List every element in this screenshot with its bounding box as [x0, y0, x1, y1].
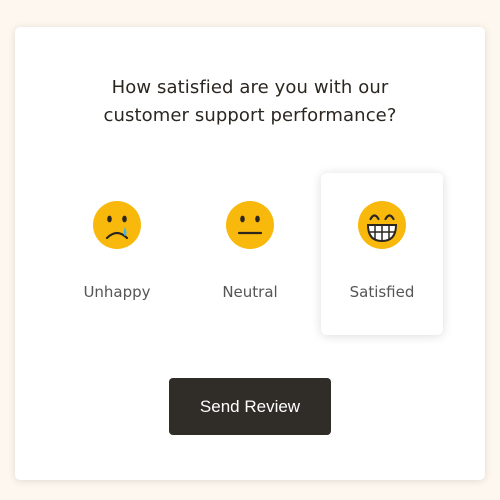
question-line-2: customer support performance? — [103, 105, 397, 126]
question-line-1: How satisfied are you with our — [111, 77, 389, 98]
rating-option-unhappy[interactable]: Unhappy — [56, 173, 178, 335]
option-label-satisfied: Satisfied — [349, 283, 415, 301]
feedback-card: How satisfied are you with our customer … — [15, 27, 485, 480]
neutral-face-icon — [226, 201, 274, 249]
grin-face-icon — [358, 201, 406, 249]
option-label-unhappy: Unhappy — [83, 283, 151, 301]
rating-option-satisfied[interactable]: Satisfied — [321, 173, 443, 335]
survey-question: How satisfied are you with our customer … — [15, 74, 485, 130]
send-review-button[interactable]: Send Review — [169, 378, 331, 435]
sad-face-icon — [93, 201, 141, 249]
rating-option-neutral[interactable]: Neutral — [189, 173, 311, 335]
option-label-neutral: Neutral — [222, 283, 278, 301]
